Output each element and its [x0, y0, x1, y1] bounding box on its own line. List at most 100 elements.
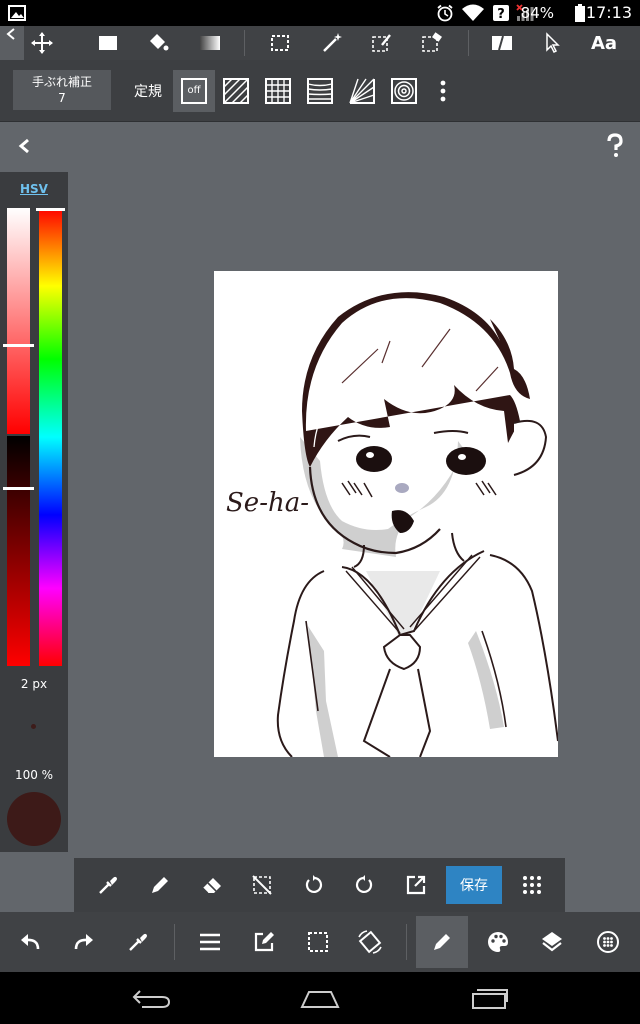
quick-menu-grid-button[interactable] — [512, 865, 552, 905]
drawing-canvas[interactable]: Se-ha- — [214, 271, 559, 758]
help-icon — [607, 133, 623, 157]
layers-icon — [542, 932, 562, 952]
hsv-mode-link[interactable]: HSV — [0, 182, 68, 196]
fill-rect-tool[interactable] — [88, 26, 128, 60]
pointer-icon — [546, 32, 560, 54]
text-icon: Aa — [590, 32, 618, 54]
fill-rect-icon — [99, 36, 117, 50]
ruler-off-label: off — [187, 85, 201, 96]
nav-home-button[interactable] — [290, 980, 350, 1016]
eraser-button[interactable] — [192, 865, 232, 905]
grid-ruler-button[interactable] — [257, 70, 299, 112]
select-eraser-icon — [422, 32, 442, 52]
saturation-marker[interactable] — [3, 344, 34, 347]
bucket-tool[interactable] — [138, 26, 178, 60]
frame-divider-tool[interactable] — [482, 26, 522, 60]
material-button[interactable] — [582, 916, 634, 968]
stabilizer-label: 手ぶれ補正 — [31, 75, 92, 89]
bottom-toolbar — [0, 912, 640, 972]
nav-back-button[interactable] — [122, 980, 182, 1016]
grid-dots-icon — [523, 876, 541, 894]
export-button[interactable] — [396, 865, 436, 905]
redo-button[interactable] — [58, 916, 110, 968]
menu-button[interactable] — [184, 916, 236, 968]
collapse-panel-button[interactable] — [14, 134, 38, 160]
status-bar: ? 84% 17:13 — [0, 0, 640, 26]
hue-marker[interactable] — [36, 208, 65, 211]
system-nav-bar — [0, 972, 640, 1024]
move-icon — [31, 32, 53, 54]
eraser-icon — [202, 878, 221, 894]
hue-slider[interactable] — [39, 208, 62, 666]
recents-icon — [472, 989, 508, 1009]
help-box-icon: ? — [493, 5, 509, 22]
deselect-icon — [252, 875, 272, 895]
selection-button[interactable] — [292, 916, 344, 968]
eyedropper-button[interactable] — [88, 865, 128, 905]
pen-button[interactable] — [140, 865, 180, 905]
parallel-line-ruler-button[interactable] — [215, 70, 257, 112]
text-tool[interactable]: Aa — [584, 26, 624, 60]
current-color-swatch[interactable] — [7, 792, 61, 846]
wifi-icon — [462, 4, 484, 21]
rotate-left-button[interactable] — [294, 865, 334, 905]
select-rect-tool[interactable] — [260, 26, 300, 60]
value-marker[interactable] — [3, 487, 34, 490]
top-toolbar: Aa — [0, 26, 640, 60]
help-button[interactable] — [604, 133, 628, 161]
artwork: Se-ha- — [226, 292, 559, 758]
toolbar-separator — [244, 30, 245, 56]
pointer-tool[interactable] — [532, 26, 572, 60]
concentric-ruler-button[interactable] — [383, 70, 425, 112]
concentric-ruler-icon — [391, 78, 417, 104]
top-toolbar-scroll-edge[interactable] — [0, 26, 24, 60]
home-icon — [300, 991, 340, 1008]
chevron-left-icon — [6, 28, 15, 40]
rotate-screen-button[interactable] — [344, 916, 396, 968]
magic-wand-tool[interactable] — [312, 26, 352, 60]
brush-icon — [434, 934, 450, 950]
palette-button[interactable] — [472, 916, 524, 968]
move-tool[interactable] — [22, 26, 62, 60]
gradient-tool[interactable] — [190, 26, 230, 60]
brush-button[interactable] — [416, 916, 468, 968]
saturation-slider[interactable] — [7, 208, 30, 434]
rotate-right-icon — [356, 875, 373, 893]
more-vert-icon — [440, 80, 446, 102]
ruler-off-button[interactable]: off — [173, 70, 215, 112]
back-icon — [132, 990, 171, 1008]
select-eraser-tool[interactable] — [412, 26, 452, 60]
brush-size-label: 2 px — [20, 677, 48, 691]
rotate-screen-icon — [358, 930, 382, 954]
brush-size-preview — [31, 724, 36, 729]
gallery-icon — [8, 5, 26, 21]
edit-button[interactable] — [238, 916, 290, 968]
clock: 17:13 — [585, 3, 632, 22]
stabilizer-button[interactable]: 手ぶれ補正 7 — [13, 70, 111, 110]
layers-button[interactable] — [526, 916, 578, 968]
ruler-bar: 手ぶれ補正 7 定規 off — [0, 60, 640, 122]
menu-icon — [200, 933, 220, 951]
eyedropper-tool-button[interactable] — [112, 916, 164, 968]
nav-recents-button[interactable] — [460, 980, 520, 1016]
stabilizer-value: 7 — [58, 91, 66, 105]
selection-icon — [308, 932, 328, 952]
opacity-label: 100 % — [14, 768, 54, 782]
palette-icon — [488, 932, 508, 952]
perspective-ruler-button[interactable] — [299, 70, 341, 112]
radial-ruler-icon — [349, 78, 375, 104]
select-pen-tool[interactable] — [362, 26, 402, 60]
undo-button[interactable] — [4, 916, 56, 968]
bucket-icon — [150, 34, 169, 51]
rotate-right-button[interactable] — [344, 865, 384, 905]
value-slider[interactable] — [7, 436, 30, 666]
radial-ruler-button[interactable] — [341, 70, 383, 112]
deselect-button[interactable] — [242, 865, 282, 905]
undo-icon — [21, 934, 40, 950]
more-options-button[interactable] — [428, 70, 458, 112]
pen-icon — [152, 877, 168, 893]
ruler-label: 定規 — [134, 84, 162, 100]
material-icon — [597, 931, 619, 953]
save-button[interactable]: 保存 — [446, 866, 502, 904]
export-icon — [406, 875, 426, 895]
